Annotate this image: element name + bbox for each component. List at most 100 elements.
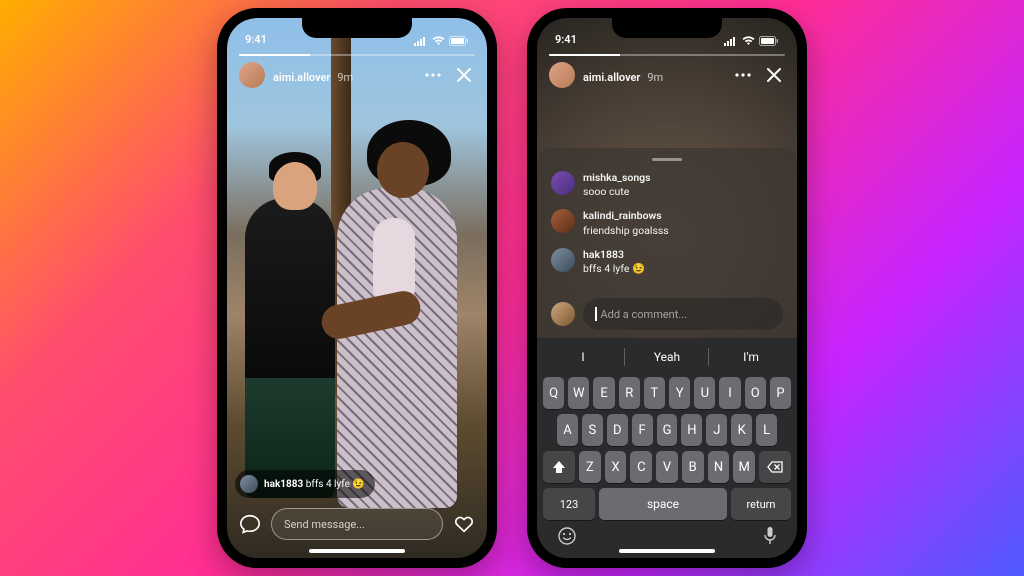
battery-icon <box>449 36 469 46</box>
more-options-button[interactable] <box>421 71 445 79</box>
key-t[interactable]: T <box>644 377 665 409</box>
key-l[interactable]: L <box>756 414 777 446</box>
keyboard-row: Z X C V B N M <box>541 451 793 483</box>
key-s[interactable]: S <box>582 414 603 446</box>
comments-icon[interactable] <box>239 513 261 535</box>
emoji-icon <box>557 526 577 546</box>
text-cursor <box>595 307 597 321</box>
status-icons <box>724 36 779 46</box>
key-v[interactable]: V <box>656 451 678 483</box>
avatar[interactable] <box>549 62 575 88</box>
avatar[interactable] <box>239 62 265 88</box>
key-e[interactable]: E <box>593 377 614 409</box>
suggestion[interactable]: Yeah <box>625 342 709 372</box>
add-comment-input[interactable]: Add a comment... <box>583 298 783 330</box>
emoji-keyboard-button[interactable] <box>557 526 577 546</box>
story-header: aimi.allover 9m <box>537 48 797 88</box>
wifi-icon <box>742 36 755 46</box>
notch <box>302 18 412 38</box>
key-m[interactable]: M <box>733 451 755 483</box>
key-d[interactable]: D <box>607 414 628 446</box>
avatar[interactable] <box>551 302 575 326</box>
key-f[interactable]: F <box>632 414 653 446</box>
placeholder: Add a comment... <box>601 308 688 321</box>
comment-text: bffs 4 lyfe <box>306 479 350 490</box>
key-shift[interactable] <box>543 451 575 483</box>
key-c[interactable]: C <box>630 451 652 483</box>
comment-row[interactable]: kalindi_rainbows friendship goalsss <box>551 209 783 237</box>
comment-username: hak1883 <box>264 479 303 490</box>
key-h[interactable]: H <box>681 414 702 446</box>
sheet-grabber[interactable] <box>652 158 682 161</box>
add-comment-row: Add a comment... <box>551 298 783 330</box>
close-icon[interactable] <box>763 66 785 84</box>
avatar[interactable] <box>551 248 575 272</box>
key-r[interactable]: R <box>619 377 640 409</box>
comment-text: bffs 4 lyfe 😉 <box>583 262 645 275</box>
key-q[interactable]: Q <box>543 377 564 409</box>
phone-left: 9:41 aimi.allover 9m <box>217 8 497 568</box>
battery-icon <box>759 36 779 46</box>
wifi-icon <box>432 36 445 46</box>
home-indicator[interactable] <box>309 549 405 553</box>
key-z[interactable]: Z <box>579 451 601 483</box>
key-b[interactable]: B <box>682 451 704 483</box>
send-message-input[interactable]: Send message... <box>271 508 443 540</box>
avatar <box>240 475 258 493</box>
story-age: 9m <box>647 71 663 84</box>
key-n[interactable]: N <box>708 451 730 483</box>
decorative-person <box>337 188 457 508</box>
story-username[interactable]: aimi.allover 9m <box>583 66 663 85</box>
avatar[interactable] <box>551 171 575 195</box>
signal-icon <box>414 36 428 46</box>
key-o[interactable]: O <box>745 377 766 409</box>
status-time: 9:41 <box>555 33 577 46</box>
like-button[interactable] <box>453 513 475 535</box>
comment-username: kalindi_rainbows <box>583 209 669 223</box>
key-numbers[interactable]: 123 <box>543 488 595 520</box>
key-j[interactable]: J <box>706 414 727 446</box>
dictation-button[interactable] <box>763 526 777 546</box>
key-k[interactable]: K <box>731 414 752 446</box>
story-top-comment[interactable]: hak1883 bffs 4 lyfe 😉 <box>235 470 375 498</box>
screen: 9:41 aimi.allover 9m <box>537 18 797 558</box>
story-age: 9m <box>337 71 353 84</box>
comment-row[interactable]: hak1883 bffs 4 lyfe 😉 <box>551 248 783 276</box>
placeholder: Send message... <box>284 518 365 531</box>
key-p[interactable]: P <box>770 377 791 409</box>
home-indicator[interactable] <box>619 549 715 553</box>
close-icon[interactable] <box>453 66 475 84</box>
progress-bars <box>239 54 475 56</box>
suggestion[interactable]: I <box>541 342 625 372</box>
keyboard: I Yeah I'm Q W E R T Y U I O P A S D F <box>537 338 797 558</box>
key-a[interactable]: A <box>557 414 578 446</box>
delete-icon <box>767 461 783 473</box>
comment-username: hak1883 <box>583 248 645 262</box>
emoji-icon: 😉 <box>352 479 364 490</box>
phone-right: 9:41 aimi.allover 9m <box>527 8 807 568</box>
mic-icon <box>763 526 777 546</box>
decorative-person <box>245 198 335 498</box>
key-delete[interactable] <box>759 451 791 483</box>
key-w[interactable]: W <box>568 377 589 409</box>
avatar[interactable] <box>551 209 575 233</box>
notch <box>612 18 722 38</box>
key-x[interactable]: X <box>605 451 627 483</box>
keyboard-footer <box>541 520 793 546</box>
more-options-button[interactable] <box>731 71 755 79</box>
key-return[interactable]: return <box>731 488 791 520</box>
key-space[interactable]: space <box>599 488 727 520</box>
keyboard-row: 123 space return <box>541 488 793 520</box>
key-g[interactable]: G <box>657 414 678 446</box>
screen: 9:41 aimi.allover 9m <box>227 18 487 558</box>
story-footer: Send message... <box>227 508 487 540</box>
key-y[interactable]: Y <box>669 377 690 409</box>
story-username[interactable]: aimi.allover 9m <box>273 66 353 85</box>
status-time: 9:41 <box>245 33 267 46</box>
comment-text: friendship goalsss <box>583 224 669 237</box>
key-u[interactable]: U <box>694 377 715 409</box>
key-i[interactable]: I <box>719 377 740 409</box>
suggestion[interactable]: I'm <box>709 342 793 372</box>
comment-row[interactable]: mishka_songs sooo cute <box>551 171 783 199</box>
comment-username: mishka_songs <box>583 171 651 185</box>
